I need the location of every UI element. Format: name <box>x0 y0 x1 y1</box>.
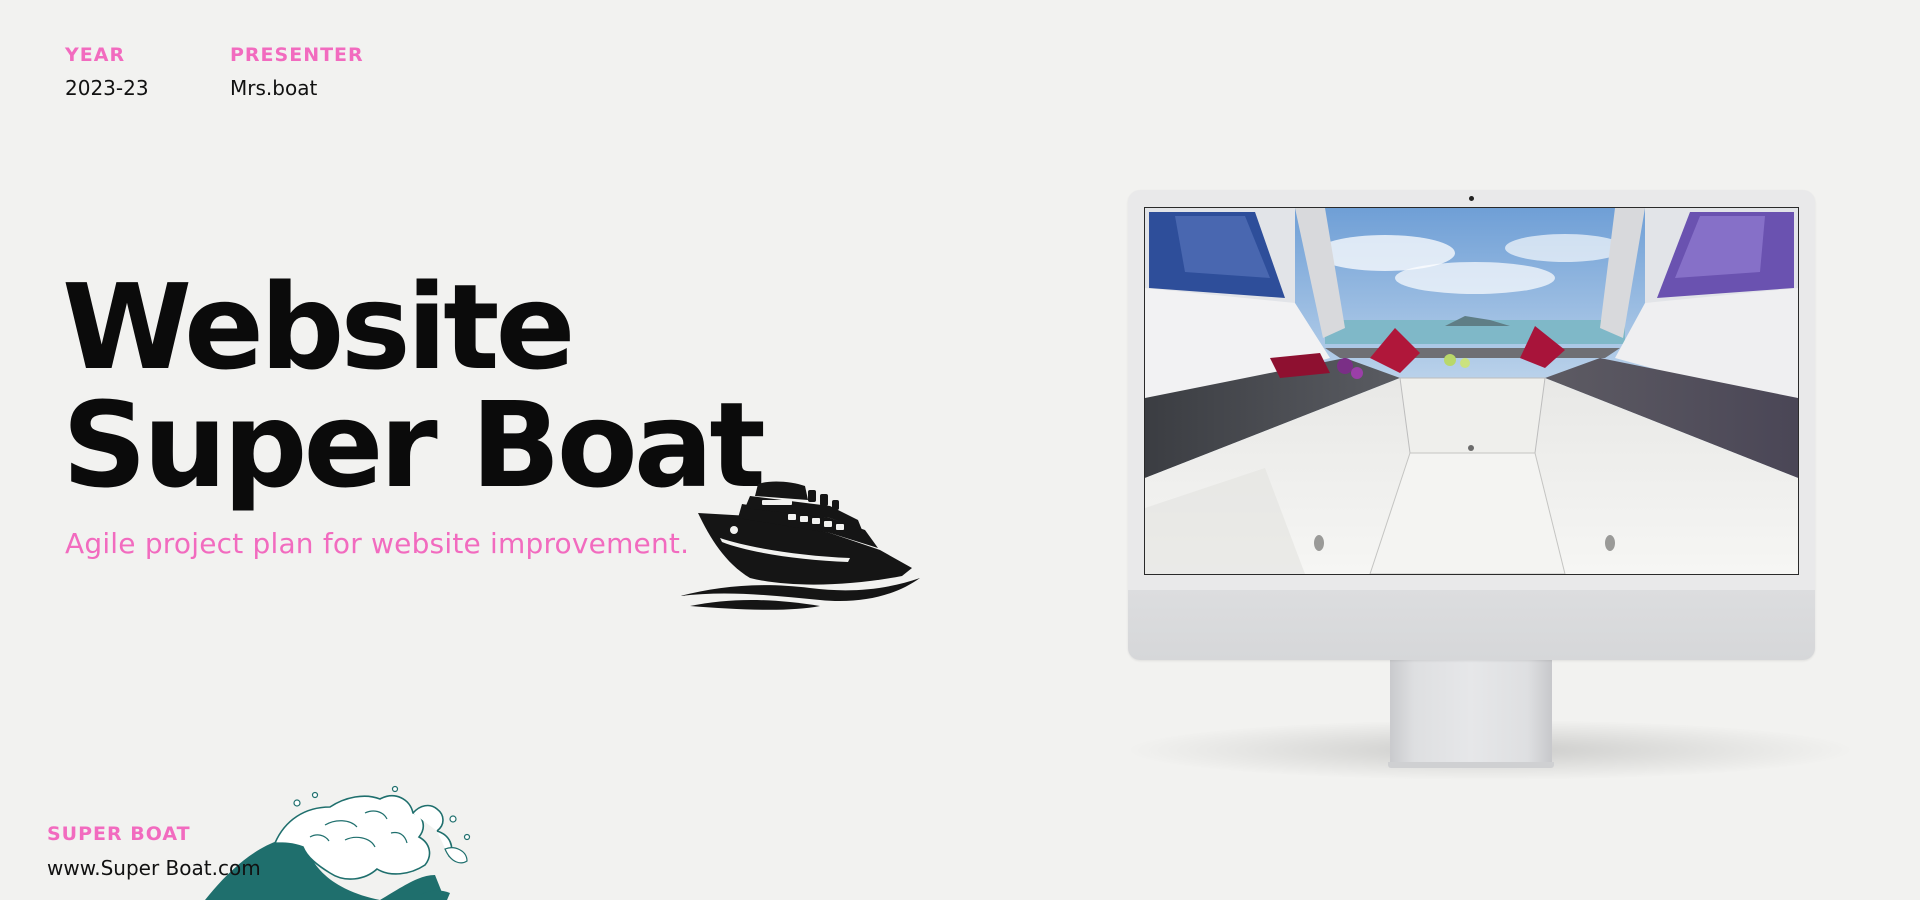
monitor-chin <box>1128 590 1815 660</box>
slide: YEAR 2023-23 PRESENTER Mrs.boat Website … <box>0 0 1920 900</box>
brand-url-link[interactable]: www.Super Boat.com <box>47 856 261 880</box>
year-value: 2023-23 <box>65 76 149 100</box>
boat-interior-image <box>1145 208 1798 574</box>
brand-label: SUPER BOAT <box>47 823 191 845</box>
desktop-monitor <box>1128 190 1815 660</box>
monitor-stand-foot <box>1388 762 1554 768</box>
title-line-1: Website <box>62 258 576 396</box>
subtitle: Agile project plan for website improveme… <box>65 527 690 560</box>
presenter-label: PRESENTER <box>230 44 364 66</box>
wave-illustration <box>205 785 471 900</box>
presenter-value: Mrs.boat <box>230 76 318 100</box>
monitor-stand <box>1390 658 1552 766</box>
title-line-2: Super Boat <box>62 376 766 514</box>
monitor-screen-boat-photo <box>1144 207 1799 575</box>
ship-icon <box>680 481 920 610</box>
camera-icon <box>1469 196 1474 201</box>
year-label: YEAR <box>65 44 126 66</box>
